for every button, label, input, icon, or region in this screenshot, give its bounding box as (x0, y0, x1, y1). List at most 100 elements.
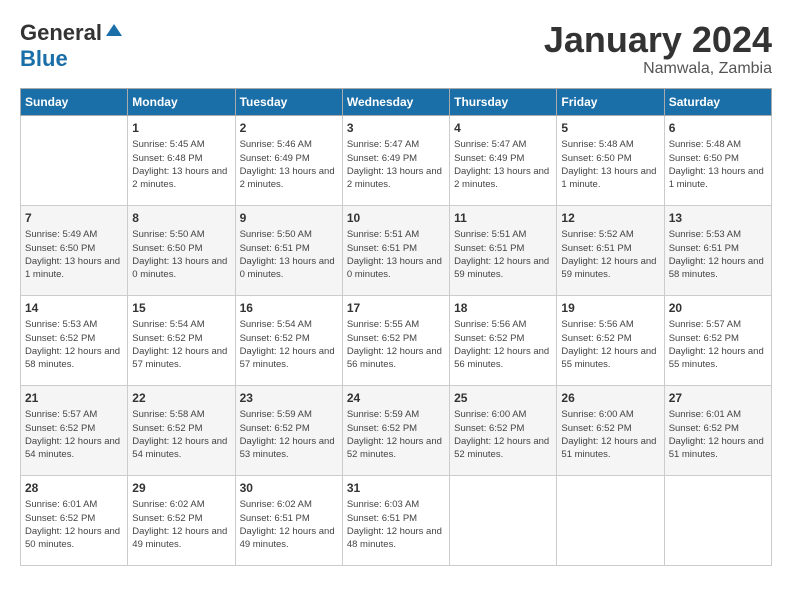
calendar-body: 1Sunrise: 5:45 AMSunset: 6:48 PMDaylight… (21, 115, 772, 565)
day-of-week-header: Tuesday (235, 88, 342, 115)
logo-icon (104, 22, 124, 42)
day-of-week-header: Wednesday (342, 88, 449, 115)
day-info: Sunrise: 5:51 AMSunset: 6:51 PMDaylight:… (454, 228, 552, 281)
day-number: 21 (25, 390, 123, 407)
calendar-day-cell: 27Sunrise: 6:01 AMSunset: 6:52 PMDayligh… (664, 385, 771, 475)
title-area: January 2024 Namwala, Zambia (544, 20, 772, 78)
calendar-day-cell: 12Sunrise: 5:52 AMSunset: 6:51 PMDayligh… (557, 205, 664, 295)
day-number: 10 (347, 210, 445, 227)
logo: General Blue (20, 20, 124, 72)
day-number: 13 (669, 210, 767, 227)
day-info: Sunrise: 5:54 AMSunset: 6:52 PMDaylight:… (132, 318, 230, 371)
calendar-day-cell: 21Sunrise: 5:57 AMSunset: 6:52 PMDayligh… (21, 385, 128, 475)
day-info: Sunrise: 5:46 AMSunset: 6:49 PMDaylight:… (240, 138, 338, 191)
calendar-day-cell: 17Sunrise: 5:55 AMSunset: 6:52 PMDayligh… (342, 295, 449, 385)
calendar-day-cell: 29Sunrise: 6:02 AMSunset: 6:52 PMDayligh… (128, 475, 235, 565)
page-header: General Blue January 2024 Namwala, Zambi… (20, 20, 772, 78)
day-of-week-header: Friday (557, 88, 664, 115)
day-number: 22 (132, 390, 230, 407)
calendar-day-cell: 19Sunrise: 5:56 AMSunset: 6:52 PMDayligh… (557, 295, 664, 385)
day-info: Sunrise: 5:50 AMSunset: 6:50 PMDaylight:… (132, 228, 230, 281)
day-info: Sunrise: 5:56 AMSunset: 6:52 PMDaylight:… (454, 318, 552, 371)
day-number: 6 (669, 120, 767, 137)
calendar-day-cell: 18Sunrise: 5:56 AMSunset: 6:52 PMDayligh… (450, 295, 557, 385)
day-number: 31 (347, 480, 445, 497)
day-info: Sunrise: 5:54 AMSunset: 6:52 PMDaylight:… (240, 318, 338, 371)
calendar-day-cell: 31Sunrise: 6:03 AMSunset: 6:51 PMDayligh… (342, 475, 449, 565)
day-info: Sunrise: 5:45 AMSunset: 6:48 PMDaylight:… (132, 138, 230, 191)
day-info: Sunrise: 5:58 AMSunset: 6:52 PMDaylight:… (132, 408, 230, 461)
day-number: 25 (454, 390, 552, 407)
day-number: 1 (132, 120, 230, 137)
calendar-day-cell (664, 475, 771, 565)
calendar-header: SundayMondayTuesdayWednesdayThursdayFrid… (21, 88, 772, 115)
day-info: Sunrise: 6:01 AMSunset: 6:52 PMDaylight:… (25, 498, 123, 551)
calendar-day-cell: 6Sunrise: 5:48 AMSunset: 6:50 PMDaylight… (664, 115, 771, 205)
day-number: 23 (240, 390, 338, 407)
day-number: 16 (240, 300, 338, 317)
calendar-week-row: 21Sunrise: 5:57 AMSunset: 6:52 PMDayligh… (21, 385, 772, 475)
calendar-day-cell: 4Sunrise: 5:47 AMSunset: 6:49 PMDaylight… (450, 115, 557, 205)
day-number: 12 (561, 210, 659, 227)
day-number: 11 (454, 210, 552, 227)
day-info: Sunrise: 5:57 AMSunset: 6:52 PMDaylight:… (25, 408, 123, 461)
calendar-day-cell: 5Sunrise: 5:48 AMSunset: 6:50 PMDaylight… (557, 115, 664, 205)
day-number: 2 (240, 120, 338, 137)
day-number: 30 (240, 480, 338, 497)
day-info: Sunrise: 5:57 AMSunset: 6:52 PMDaylight:… (669, 318, 767, 371)
day-number: 9 (240, 210, 338, 227)
day-info: Sunrise: 5:52 AMSunset: 6:51 PMDaylight:… (561, 228, 659, 281)
calendar-day-cell: 8Sunrise: 5:50 AMSunset: 6:50 PMDaylight… (128, 205, 235, 295)
day-info: Sunrise: 5:50 AMSunset: 6:51 PMDaylight:… (240, 228, 338, 281)
calendar-day-cell: 28Sunrise: 6:01 AMSunset: 6:52 PMDayligh… (21, 475, 128, 565)
day-number: 20 (669, 300, 767, 317)
day-info: Sunrise: 5:53 AMSunset: 6:51 PMDaylight:… (669, 228, 767, 281)
day-number: 29 (132, 480, 230, 497)
day-info: Sunrise: 5:48 AMSunset: 6:50 PMDaylight:… (669, 138, 767, 191)
calendar-day-cell: 30Sunrise: 6:02 AMSunset: 6:51 PMDayligh… (235, 475, 342, 565)
calendar-day-cell: 20Sunrise: 5:57 AMSunset: 6:52 PMDayligh… (664, 295, 771, 385)
calendar-day-cell: 23Sunrise: 5:59 AMSunset: 6:52 PMDayligh… (235, 385, 342, 475)
location-title: Namwala, Zambia (544, 60, 772, 78)
day-info: Sunrise: 5:49 AMSunset: 6:50 PMDaylight:… (25, 228, 123, 281)
day-number: 3 (347, 120, 445, 137)
day-number: 8 (132, 210, 230, 227)
logo-blue-text: Blue (20, 46, 68, 72)
calendar-day-cell: 24Sunrise: 5:59 AMSunset: 6:52 PMDayligh… (342, 385, 449, 475)
calendar-day-cell: 9Sunrise: 5:50 AMSunset: 6:51 PMDaylight… (235, 205, 342, 295)
day-number: 18 (454, 300, 552, 317)
calendar-day-cell (21, 115, 128, 205)
calendar-table: SundayMondayTuesdayWednesdayThursdayFrid… (20, 88, 772, 566)
day-info: Sunrise: 5:56 AMSunset: 6:52 PMDaylight:… (561, 318, 659, 371)
day-number: 28 (25, 480, 123, 497)
calendar-day-cell: 10Sunrise: 5:51 AMSunset: 6:51 PMDayligh… (342, 205, 449, 295)
day-of-week-header: Monday (128, 88, 235, 115)
calendar-day-cell: 22Sunrise: 5:58 AMSunset: 6:52 PMDayligh… (128, 385, 235, 475)
calendar-week-row: 7Sunrise: 5:49 AMSunset: 6:50 PMDaylight… (21, 205, 772, 295)
day-info: Sunrise: 6:02 AMSunset: 6:51 PMDaylight:… (240, 498, 338, 551)
day-number: 27 (669, 390, 767, 407)
month-title: January 2024 (544, 20, 772, 60)
day-number: 24 (347, 390, 445, 407)
day-info: Sunrise: 5:55 AMSunset: 6:52 PMDaylight:… (347, 318, 445, 371)
calendar-day-cell: 25Sunrise: 6:00 AMSunset: 6:52 PMDayligh… (450, 385, 557, 475)
day-info: Sunrise: 5:59 AMSunset: 6:52 PMDaylight:… (347, 408, 445, 461)
day-info: Sunrise: 5:48 AMSunset: 6:50 PMDaylight:… (561, 138, 659, 191)
calendar-day-cell: 1Sunrise: 5:45 AMSunset: 6:48 PMDaylight… (128, 115, 235, 205)
calendar-day-cell (450, 475, 557, 565)
day-number: 14 (25, 300, 123, 317)
day-number: 7 (25, 210, 123, 227)
calendar-day-cell: 2Sunrise: 5:46 AMSunset: 6:49 PMDaylight… (235, 115, 342, 205)
day-info: Sunrise: 6:00 AMSunset: 6:52 PMDaylight:… (561, 408, 659, 461)
calendar-week-row: 14Sunrise: 5:53 AMSunset: 6:52 PMDayligh… (21, 295, 772, 385)
day-number: 15 (132, 300, 230, 317)
calendar-week-row: 28Sunrise: 6:01 AMSunset: 6:52 PMDayligh… (21, 475, 772, 565)
day-info: Sunrise: 6:00 AMSunset: 6:52 PMDaylight:… (454, 408, 552, 461)
day-number: 17 (347, 300, 445, 317)
day-info: Sunrise: 5:51 AMSunset: 6:51 PMDaylight:… (347, 228, 445, 281)
day-info: Sunrise: 5:59 AMSunset: 6:52 PMDaylight:… (240, 408, 338, 461)
day-of-week-header: Saturday (664, 88, 771, 115)
calendar-day-cell: 14Sunrise: 5:53 AMSunset: 6:52 PMDayligh… (21, 295, 128, 385)
day-info: Sunrise: 5:47 AMSunset: 6:49 PMDaylight:… (347, 138, 445, 191)
calendar-day-cell: 3Sunrise: 5:47 AMSunset: 6:49 PMDaylight… (342, 115, 449, 205)
